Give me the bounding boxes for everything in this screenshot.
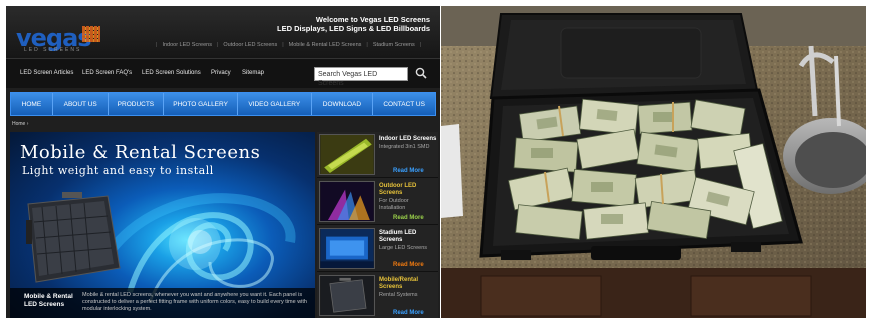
search-icon[interactable] — [415, 67, 427, 79]
stadium-screen-thumbnail — [319, 228, 375, 269]
sidebar-title-outdoor: Outdoor LED Screens — [379, 183, 417, 196]
subnav-privacy[interactable]: Privacy — [211, 70, 231, 76]
website-screenshot: vegas LED SCREENS Welcome to Vegas LED S… — [6, 6, 440, 318]
breadcrumb[interactable]: Home › — [12, 121, 28, 127]
cash-case-photo — [441, 6, 866, 318]
cash-case-illustration — [441, 6, 866, 318]
sidebar-title-stadium: Stadium LED Screens — [379, 230, 417, 243]
nav-products[interactable]: PRODUCTS — [108, 93, 165, 115]
hero-banner[interactable]: Mobile & Rental Screens Light weight and… — [10, 132, 315, 318]
sidebar-item-outdoor[interactable]: Outdoor LED Screens For Outdoor Installa… — [317, 179, 438, 225]
logo-pixel-mark — [82, 26, 100, 42]
main-nav: HOME ABOUT US PRODUCTS PHOTO GALLERY VID… — [10, 92, 436, 116]
read-more-stadium[interactable]: Read More — [393, 262, 424, 268]
sidebar-item-stadium[interactable]: Stadium LED Screens Large LED Screens Re… — [317, 226, 438, 272]
hero-caption: Mobile & Rental LED Screens Mobile & ren… — [10, 288, 315, 318]
read-more-indoor[interactable]: Read More — [393, 168, 424, 174]
top-link-mobile-rental[interactable]: Mobile & Rental LED Screens — [289, 42, 362, 48]
sidebar-item-indoor[interactable]: Indoor LED Screens Integrated 3in1 SMD R… — [317, 132, 438, 178]
nav-home[interactable]: HOME — [11, 93, 53, 115]
read-more-outdoor[interactable]: Read More — [393, 215, 424, 221]
logo-subtitle: LED SCREENS — [24, 47, 82, 53]
nav-download[interactable]: DOWNLOAD — [311, 93, 374, 115]
welcome-line-2: LED Displays, LED Signs & LED Billboards — [277, 24, 430, 33]
secondary-nav: LED Screen Articles LED Screen FAQ's LED… — [6, 58, 440, 88]
welcome-line-1: Welcome to Vegas LED Screens — [315, 15, 430, 24]
welcome-banner: Welcome to Vegas LED Screens LED Display… — [277, 15, 430, 33]
sidebar-title-indoor: Indoor LED Screens — [379, 136, 437, 142]
sidebar-desc-outdoor: For Outdoor Installation — [379, 198, 409, 211]
hero-subtitle: Light weight and easy to install — [22, 164, 214, 177]
hero-caption-title: Mobile & Rental LED Screens — [24, 293, 73, 308]
mobile-rental-thumbnail — [319, 275, 375, 316]
subnav-faqs[interactable]: LED Screen FAQ's — [82, 70, 132, 76]
sidebar-desc-indoor: Integrated 3in1 SMD — [379, 144, 430, 150]
site-header: vegas LED SCREENS Welcome to Vegas LED S… — [6, 6, 440, 58]
subnav-articles[interactable]: LED Screen Articles — [20, 70, 73, 76]
nav-photo-gallery[interactable]: PHOTO GALLERY — [164, 93, 238, 115]
hero-caption-text: Mobile & rental LED screens, whenever yo… — [82, 292, 307, 312]
sidebar-title-mobile-rental: Mobile/Rental Screens — [379, 277, 419, 290]
subnav-solutions[interactable]: LED Screen Solutions — [142, 70, 201, 76]
top-link-indoor[interactable]: Indoor LED Screens — [162, 42, 212, 48]
sidebar-desc-mobile-rental: Rental Systems — [379, 292, 418, 298]
led-panel-image — [26, 192, 121, 283]
top-links: | Indoor LED Screens | Outdoor LED Scree… — [156, 42, 422, 48]
top-link-outdoor[interactable]: Outdoor LED Screens — [223, 42, 277, 48]
hero-title: Mobile & Rental Screens — [20, 142, 261, 163]
read-more-mobile-rental[interactable]: Read More — [393, 310, 424, 316]
indoor-screen-thumbnail — [319, 134, 375, 175]
product-sidebar: Indoor LED Screens Integrated 3in1 SMD R… — [317, 132, 438, 318]
subnav-sitemap[interactable]: Sitemap — [242, 70, 264, 76]
sidebar-desc-stadium: Large LED Screens — [379, 245, 427, 251]
top-link-stadium[interactable]: Stadium Screens — [373, 42, 415, 48]
nav-contact-us[interactable]: CONTACT US — [373, 93, 435, 115]
search-input[interactable]: Search Vegas LED Screens — [314, 67, 408, 87]
nav-video-gallery[interactable]: VIDEO GALLERY — [237, 93, 312, 115]
nav-about-us[interactable]: ABOUT US — [52, 93, 109, 115]
outdoor-screen-thumbnail — [319, 181, 375, 222]
sidebar-item-mobile-rental[interactable]: Mobile/Rental Screens Rental Systems Rea… — [317, 273, 438, 318]
